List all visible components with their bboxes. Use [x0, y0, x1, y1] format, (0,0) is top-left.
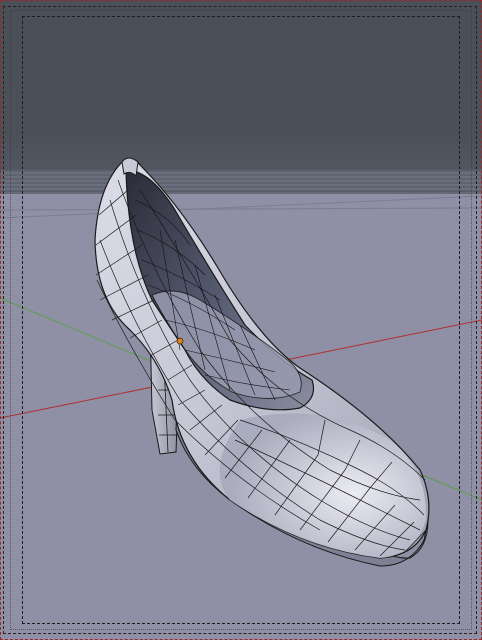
3d-viewport[interactable] — [0, 0, 482, 640]
render-border — [0, 0, 482, 640]
